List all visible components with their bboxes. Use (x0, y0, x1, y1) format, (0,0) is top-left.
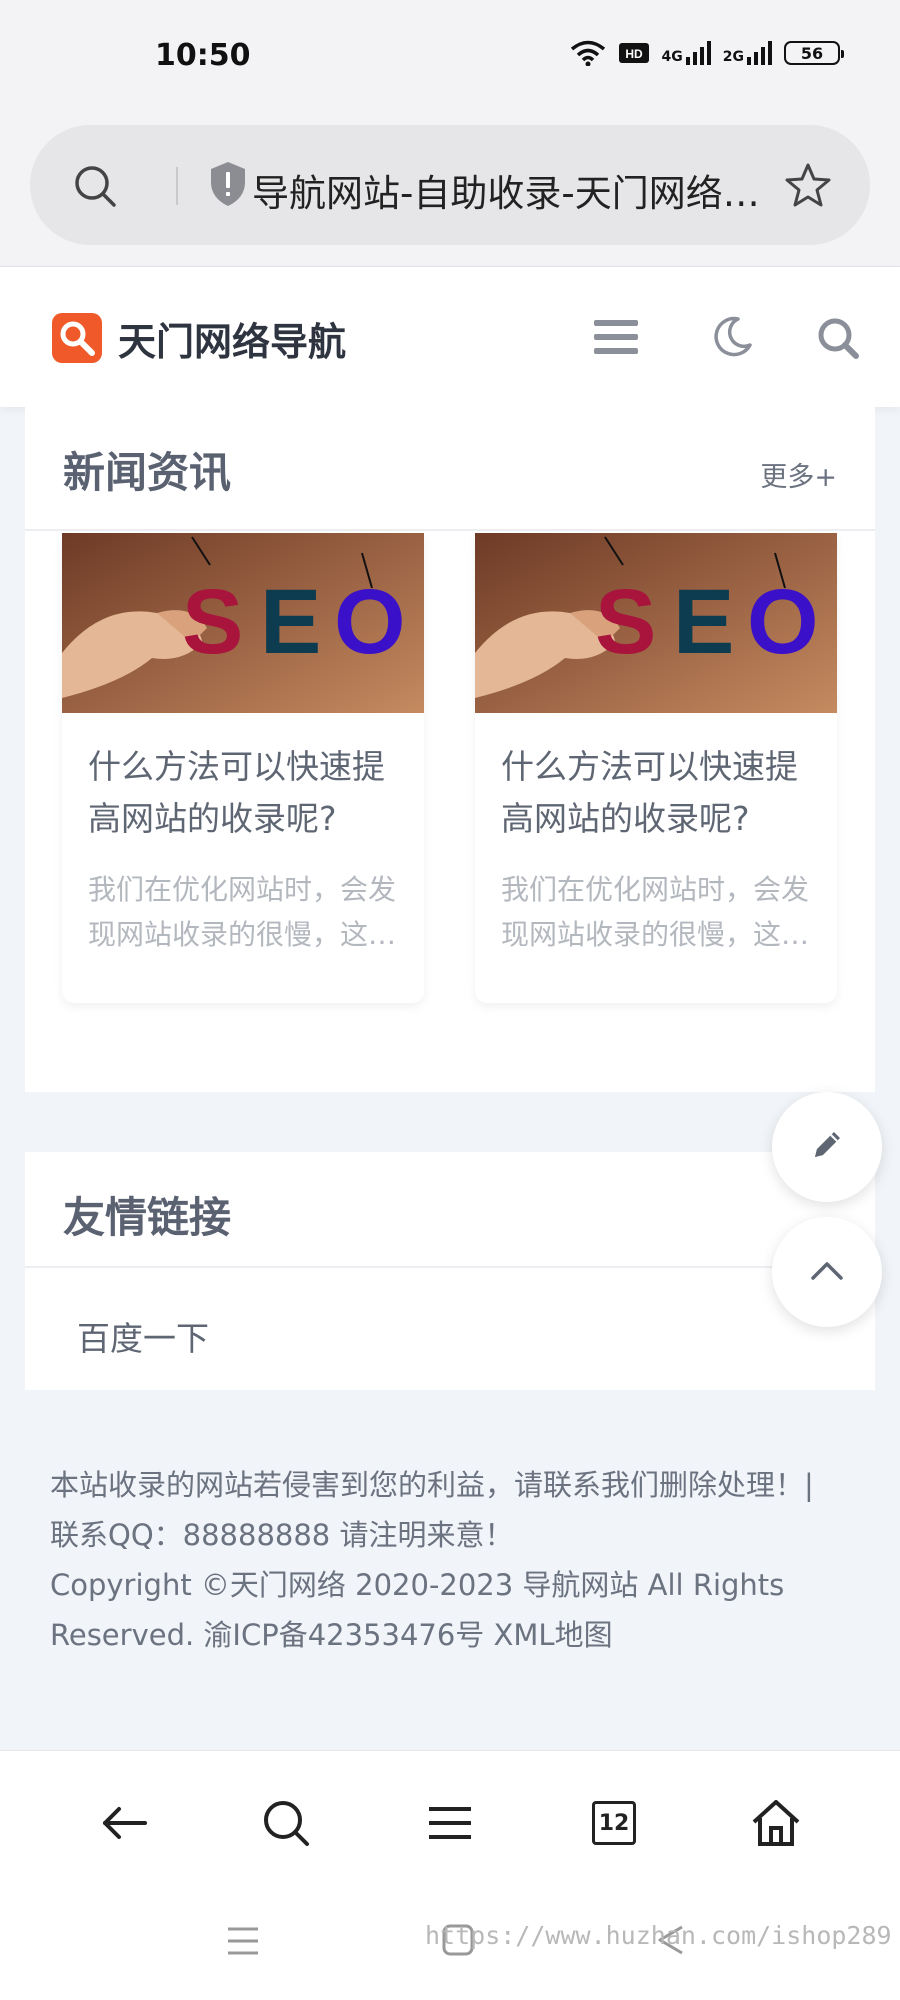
signal-icon-2: 2G (723, 41, 772, 65)
star-icon[interactable] (784, 161, 832, 213)
address-bar[interactable]: 导航网站-自助收录-天门网络导航 (30, 125, 870, 245)
svg-text:E: E (260, 571, 321, 673)
svg-text:HD: HD (625, 47, 643, 61)
battery-icon: 56 (784, 41, 844, 65)
more-link[interactable]: 更多+ (760, 455, 837, 494)
svg-text:S: S (595, 571, 656, 673)
article-thumbnail[interactable]: S E O (62, 533, 424, 713)
footer-copyright: Copyright ©天门网络 2020-2023 导航网站 All Right… (50, 1568, 785, 1652)
news-section: 新闻资讯 更多+ S E O 什么方法可以快速提高网站的收录呢? 我们在优化网站… (25, 407, 875, 1092)
shield-icon[interactable] (208, 160, 248, 212)
browser-toolbar: 导航网站-自助收录-天门网络导航 (0, 115, 900, 267)
status-time: 10:50 (155, 38, 251, 73)
search-icon[interactable] (256, 1793, 316, 1853)
news-header: 新闻资讯 更多+ (25, 407, 875, 531)
watermark-text: https://www.huzhan.com/ishop289 (425, 1921, 892, 1950)
home-icon[interactable] (746, 1793, 806, 1853)
links-header: 友情链接 (25, 1152, 875, 1268)
back-to-top-button[interactable] (772, 1217, 882, 1327)
menu-icon[interactable] (420, 1793, 480, 1853)
tab-count[interactable]: 12 (592, 1801, 636, 1845)
svg-text:O: O (334, 571, 406, 673)
address-title[interactable]: 导航网站-自助收录-天门网络导航 (252, 163, 782, 217)
search-icon[interactable] (72, 163, 118, 213)
article-excerpt: 我们在优化网站时，会发现网站收录的很慢，这是为什么呢？ (88, 873, 397, 951)
recents-icon[interactable] (226, 1926, 260, 1960)
browser-bottom-nav: 12 https://www.huzhan.com/ishop289 (0, 1750, 900, 2000)
address-separator (176, 167, 178, 205)
article-card[interactable]: S E O 什么方法可以快速提高网站的收录呢? 我们在优化网站时，会发现网站收录… (62, 533, 424, 1003)
article-card[interactable]: S E O 什么方法可以快速提高网站的收录呢? 我们在优化网站时，会发现网站收录… (475, 533, 837, 1003)
site-name[interactable]: 天门网络导航 (118, 311, 346, 366)
chevron-up-icon (809, 1258, 845, 1286)
tabs-icon[interactable]: 12 (584, 1793, 644, 1853)
moon-icon[interactable] (710, 315, 754, 363)
article-title[interactable]: 什么方法可以快速提高网站的收录呢? (88, 741, 398, 845)
signal-icon: 4G (662, 41, 711, 65)
back-arrow-icon[interactable] (94, 1793, 154, 1853)
section-title: 新闻资讯 (63, 448, 232, 497)
svg-text:S: S (182, 571, 243, 673)
menu-icon[interactable] (592, 317, 640, 361)
svg-text:O: O (747, 571, 819, 673)
friend-links-section: 友情链接 百度一下 (25, 1152, 875, 1390)
pencil-icon (807, 1125, 847, 1169)
footer-contact: 联系QQ：88888888 请注明来意！ (50, 1518, 514, 1552)
svg-text:E: E (673, 571, 734, 673)
article-title[interactable]: 什么方法可以快速提高网站的收录呢? (501, 741, 811, 845)
footer-disclaimer: 本站收录的网站若侵害到您的利益，请联系我们删除处理！| (50, 1468, 814, 1502)
section-title: 友情链接 (63, 1193, 232, 1242)
edit-button[interactable] (772, 1092, 882, 1202)
status-icons: HD 4G 2G 56 (570, 40, 844, 66)
wifi-icon (570, 40, 606, 66)
status-bar: 10:50 HD 4G 2G 56 (0, 0, 900, 115)
article-thumbnail[interactable]: S E O (475, 533, 837, 713)
hd-icon: HD (618, 41, 650, 65)
friend-link[interactable]: 百度一下 (77, 1312, 209, 1360)
footer: 本站收录的网站若侵害到您的利益，请联系我们删除处理！| 联系QQ：8888888… (50, 1460, 860, 1660)
site-header: 天门网络导航 (0, 267, 900, 407)
article-excerpt: 我们在优化网站时，会发现网站收录的很慢，这是为什么呢？ (501, 873, 810, 951)
site-logo[interactable] (52, 313, 102, 363)
search-icon[interactable] (815, 315, 861, 365)
